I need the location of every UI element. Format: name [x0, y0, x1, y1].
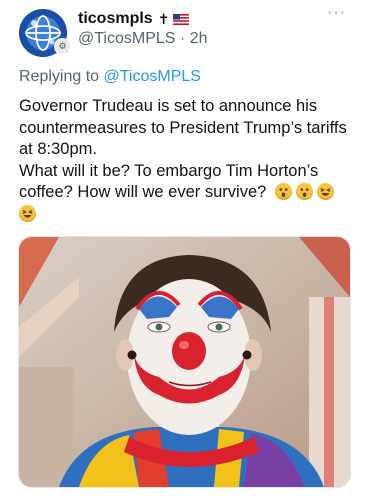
replying-to-label: Replying to [19, 68, 104, 85]
author-name-row: ticosmpls ✝ [78, 10, 190, 28]
tweet-paragraph-1: Governor Trudeau is set to announce his … [19, 97, 347, 158]
more-icon[interactable]: ··· [327, 4, 346, 22]
timestamp[interactable]: 2h [190, 30, 208, 47]
handle-row: @TicosMPLS · 2h [78, 30, 207, 48]
tweet: ⚙ ticosmpls ✝ @TicosMPLS · 2h ··· Replyi… [0, 0, 366, 500]
avatar-badge-icon: ⚙ [54, 38, 71, 55]
tweet-media-image[interactable] [18, 236, 351, 488]
separator: · [179, 30, 186, 47]
laughing-face-emoji [316, 183, 334, 200]
clown-makeup-photo [19, 237, 350, 487]
astonished-face-emoji [295, 183, 313, 200]
reply-mention-link[interactable]: @TicosMPLS [104, 68, 201, 85]
author-handle[interactable]: @TicosMPLS [78, 30, 175, 47]
display-name[interactable]: ticosmpls [78, 10, 153, 28]
astonished-face-emoji [274, 183, 292, 200]
tweet-paragraph-2: What will it be? To embargo Tim Horton’s… [19, 161, 354, 226]
cross-icon: ✝ [157, 10, 170, 27]
tweet-text: Governor Trudeau is set to announce his … [19, 96, 354, 225]
replying-to: Replying to @TicosMPLS [19, 68, 201, 86]
us-flag-icon [173, 13, 190, 25]
laughing-face-emoji [19, 204, 36, 222]
tweet-paragraph-2-text: What will it be? To embargo Tim Horton’s… [19, 161, 319, 202]
